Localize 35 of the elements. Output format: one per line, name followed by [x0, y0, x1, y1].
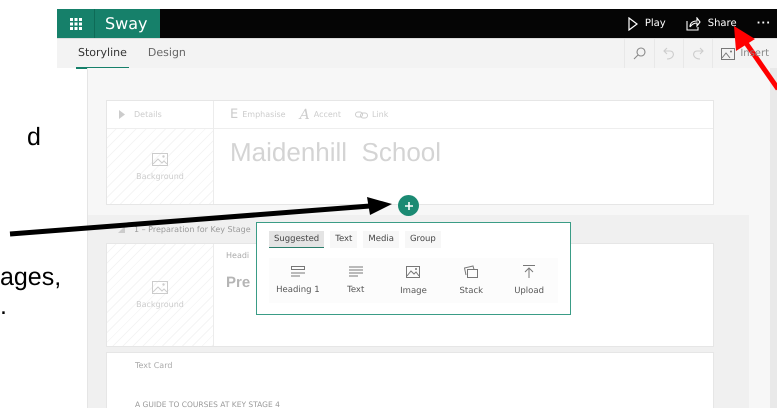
- image-icon: [152, 152, 168, 166]
- image-icon: [152, 281, 168, 294]
- undo-icon: [663, 47, 676, 60]
- link-icon: [355, 110, 368, 118]
- plus-icon: [404, 202, 412, 210]
- slide-text: d: [27, 123, 41, 152]
- slide-text: ages,: [0, 263, 62, 292]
- expand-icon: [119, 110, 125, 119]
- menu-tab[interactable]: Media: [363, 231, 399, 248]
- card-label: Text Card: [135, 361, 174, 370]
- text-lines-icon: [348, 266, 363, 277]
- more-button[interactable]: ···: [756, 18, 771, 29]
- card-label: Headi: [226, 251, 250, 260]
- play-icon: [628, 16, 638, 30]
- menu-tab[interactable]: Text: [330, 231, 358, 248]
- share-icon: [686, 16, 701, 30]
- annotation-arrow: [734, 26, 777, 90]
- menu-tab[interactable]: Suggested: [269, 231, 324, 248]
- scrollbar[interactable]: [770, 68, 777, 408]
- grid-icon: [70, 18, 82, 30]
- heading-icon: [290, 266, 305, 277]
- image-icon: [406, 266, 420, 278]
- app-launcher-button[interactable]: [57, 9, 95, 38]
- stack-icon: [464, 265, 478, 278]
- menu-tab[interactable]: Group: [404, 231, 441, 248]
- slide-text: .: [0, 292, 7, 321]
- share-button[interactable]: Share: [686, 16, 737, 30]
- collapse-icon: [118, 226, 125, 232]
- play-button[interactable]: Play: [628, 16, 666, 30]
- image-icon: [721, 48, 736, 60]
- app-title: Sway: [95, 9, 160, 38]
- tab[interactable]: Design: [146, 38, 188, 68]
- redo-icon: [692, 47, 704, 60]
- upload-icon: [523, 265, 536, 278]
- search-icon: [633, 47, 646, 60]
